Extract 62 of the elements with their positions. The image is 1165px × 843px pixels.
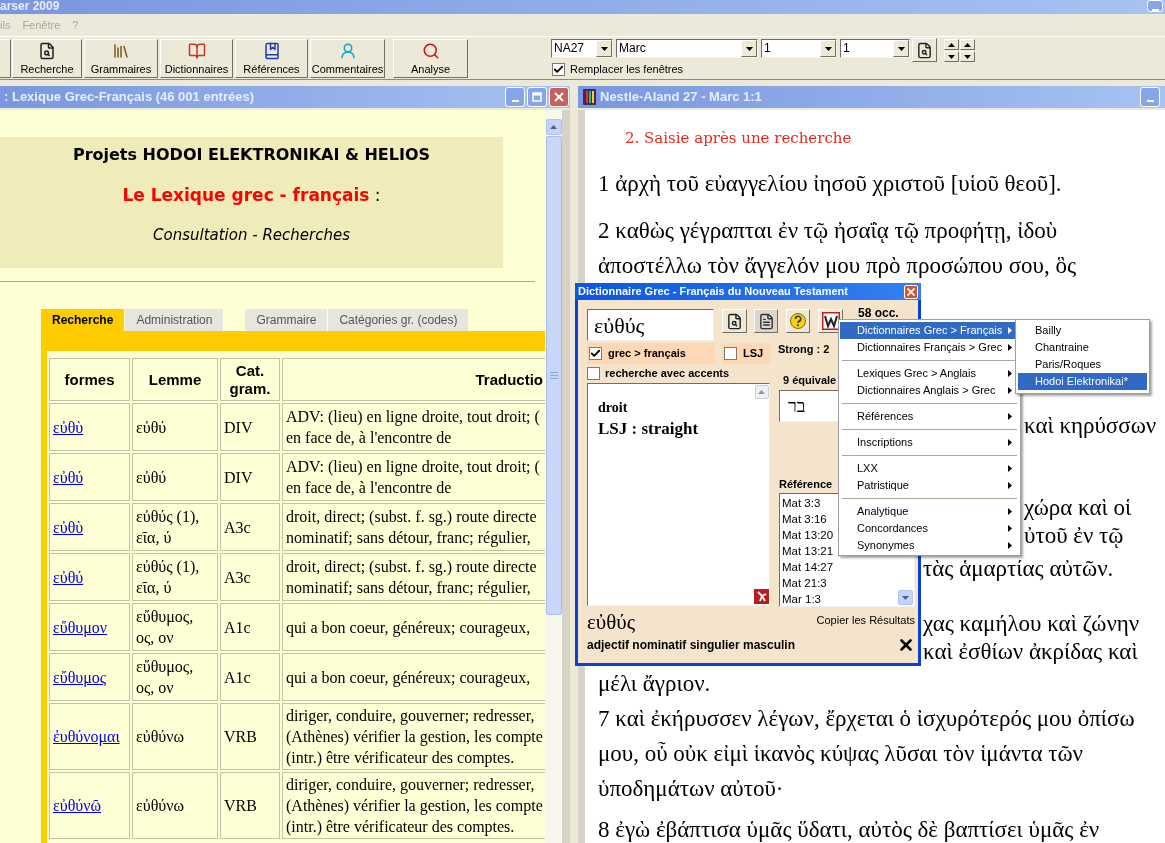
- checkbox-label: LSJ: [743, 346, 764, 362]
- table-cell: qui a bon coeur, généreux; courageux,: [282, 653, 545, 701]
- checkbox-label: Remplacer les fenêtres: [570, 63, 684, 76]
- table-cell: A3c: [220, 503, 280, 551]
- verse-text: χας καμήλου καὶ ζώνην: [923, 609, 1140, 637]
- equivalents-label: 9 équivale: [783, 373, 837, 387]
- section-heading: 2. Saisie après une recherche: [625, 128, 852, 149]
- verse-text: καὶ ἐσθίων ἀκρίδας καὶ: [923, 637, 1138, 665]
- table-cell: diriger, conduire, gouverner; redresser, (Athènes) vérifier la gestion, les compte (intr.) être vérificateur des comptes.: [282, 772, 545, 839]
- occurrence-count: 58 occ.: [858, 307, 899, 319]
- table-cell: ADV: (lieu) en ligne droite, tout droit; ( en face de, à l'encontre de: [282, 453, 545, 501]
- table-cell: εὐθύς (1), εῖα, ύ: [132, 503, 218, 551]
- lexicon-title: Le Lexique grec - français :: [122, 184, 381, 206]
- table-cell: ADV: (lieu) en ligne droite, tout droit; ( en face de, à l'encontre de: [282, 403, 545, 451]
- verse-text: μου, οὗ οὐκ εἰμὶ ἱκανὸς κύψας λῦσαι τὸν ἱμάντα τῶν: [598, 739, 1083, 767]
- table-cell: εὐθύνω: [132, 772, 218, 839]
- definition-text: droit: [598, 399, 628, 417]
- table-cell: DIV: [220, 403, 280, 451]
- table-cell: A3c: [220, 553, 280, 601]
- table-cell: εὔθυμος, ος, ον: [132, 653, 218, 701]
- strong-number: Strong : 2: [778, 343, 830, 356]
- table-cell: VRB: [220, 772, 280, 839]
- table-cell: droit, direct; (subst. f. sg.) route directe nominatif; sans détour, franc; régulier,: [282, 503, 545, 551]
- window-title: Nestle-Aland 27 - Marc 1:1: [600, 88, 762, 107]
- dialog-title: Dictionnaire Grec - Français du Nouveau Testament: [578, 284, 848, 299]
- verse-text: ἀποστέλλω τὸν ἄγγελόν μου πρὸ προσώπου σου, ὃς: [598, 251, 1077, 279]
- column-header: Lemme: [132, 358, 218, 401]
- verse-text: 2 καθὼς γέγραπται ἐν τῷ ἠσαΐᾳ τῷ προφήτῃ, ἰδοὺ: [598, 216, 1058, 244]
- table-cell: εὐθύ: [132, 453, 218, 501]
- column-header: Traductio: [282, 358, 545, 401]
- column-header: formes: [49, 358, 130, 401]
- definition-text: LSJ : straight: [598, 418, 699, 440]
- verse-text: 7 καὶ ἐκήρυσσεν λέγων, ἔρχεται ὁ ἰσχυρότερός μου ὀπίσω: [598, 704, 1135, 732]
- selected-word: εὐθύς: [587, 611, 635, 633]
- project-title: Projets HODOI ELEKTRONIKAI & HELIOS: [72, 144, 431, 166]
- verse-text: ὑποδημάτων αὐτοῦ·: [598, 774, 784, 802]
- references-label: Référence: [779, 477, 833, 491]
- window-title: : Lexique Grec-Français (46 001 entrées): [3, 88, 254, 107]
- table-cell: DIV: [220, 453, 280, 501]
- verse-text: τὰς ἁμαρτίας αὐτῶν.: [923, 554, 1114, 582]
- verse-text: ὐτοῦ ἐν τῷ: [1024, 521, 1124, 549]
- column-header: Cat. gram.: [220, 358, 280, 401]
- table-cell: εὐθύ: [132, 403, 218, 451]
- table-cell: diriger, conduire, gouverner; redresser, (Athènes) vérifier la gestion, les compte (intr.) être vérificateur des comptes.: [282, 703, 545, 770]
- verse-text: μέλι ἄγριον.: [598, 669, 711, 697]
- word-analysis: adjectif nominatif singulier masculin: [587, 637, 796, 653]
- verse-text: καὶ κηρύσσων: [1024, 411, 1157, 439]
- app-title: arser 2009: [0, 0, 60, 13]
- checkbox-label: recherche avec accents: [605, 365, 730, 381]
- table-cell: A1c: [220, 603, 280, 651]
- table-cell: A1c: [220, 653, 280, 701]
- table-cell: VRB: [220, 703, 280, 770]
- subtitle: Consultation - Recherches: [153, 225, 350, 246]
- table-cell: droit, direct; (subst. f. sg.) route directe nominatif; sans détour, franc; régulier,: [282, 553, 545, 601]
- verse-text: 8 ἐγὼ ἐβάπτισα ὑμᾶς ὕδατι, αὐτὸς δὲ βαπτίσει ὑμᾶς ἐν: [598, 815, 1100, 843]
- verse-text: 1 ἀρχὴ τοῦ εὐαγγελίου ἰησοῦ χριστοῦ [υἱοῦ θεοῦ].: [598, 169, 1062, 197]
- table-cell: εὐθύνω: [132, 703, 218, 770]
- verse-text: χώρα καὶ οἱ: [1024, 493, 1132, 521]
- table-cell: εὐθύς (1), εῖα, ύ: [132, 553, 218, 601]
- table-cell: εὔθυμος, ος, ον: [132, 603, 218, 651]
- table-cell: qui a bon coeur, généreux; courageux,: [282, 603, 545, 651]
- checkbox-label: grec > français: [608, 346, 686, 362]
